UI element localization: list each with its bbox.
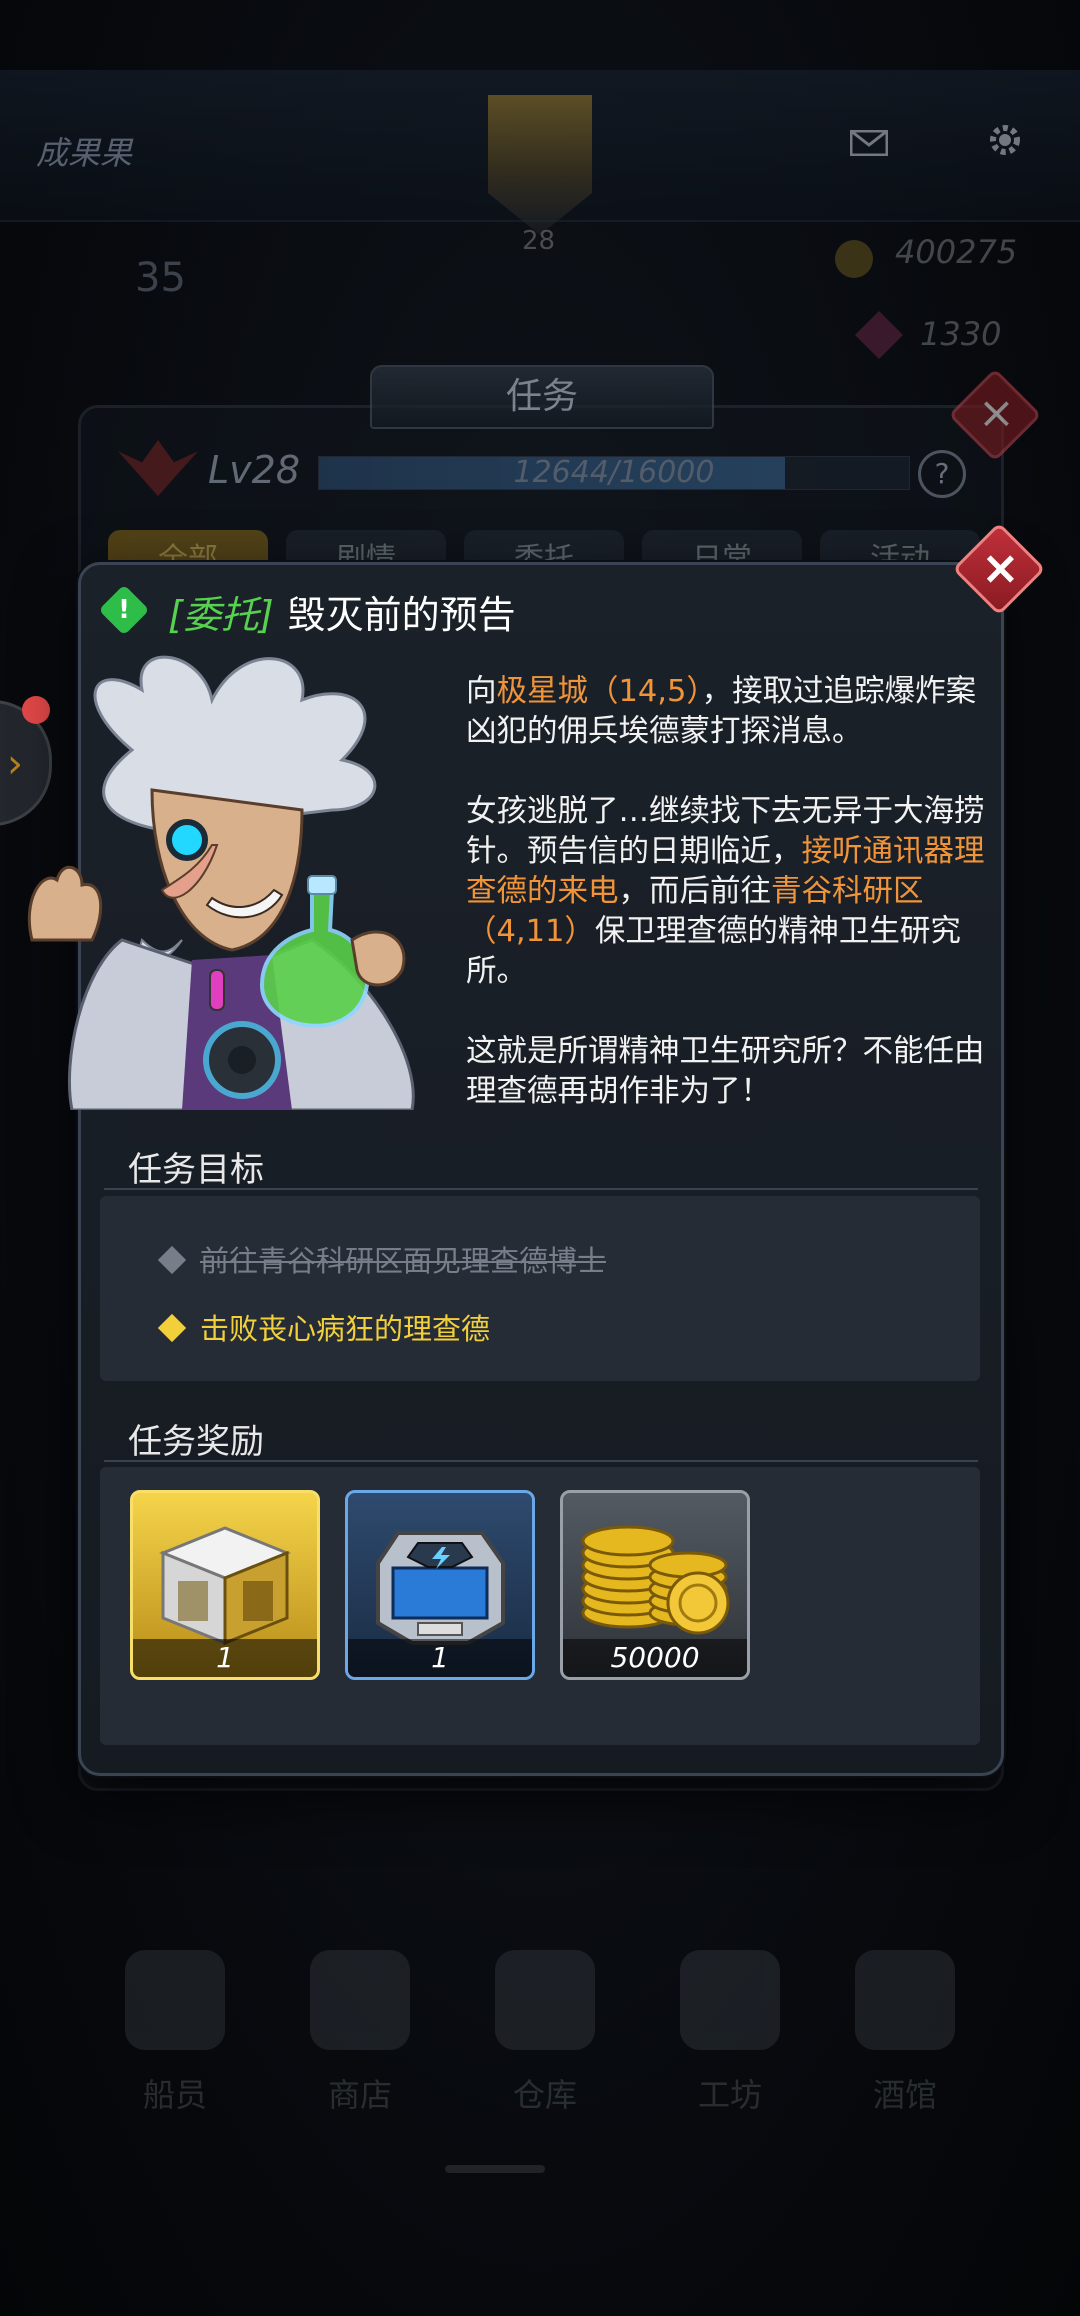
gear-icon[interactable] — [985, 120, 1025, 160]
diamond-bullet-icon — [157, 1245, 187, 1275]
diamond-bullet-icon — [157, 1313, 187, 1343]
desc-paragraph-2: 女孩逃脱了…继续找下去无异于大海捞针。预告信的日期临近，接听通讯器理查德的来电，… — [466, 794, 985, 989]
desc-paragraph-1: 向极星城（14,5），接取过追踪爆炸案凶犯的佣兵埃德蒙打探消息。 — [466, 674, 977, 749]
shop-icon — [310, 1950, 410, 2050]
reward-item[interactable]: 1 — [130, 1490, 320, 1680]
reward-count: 1 — [133, 1639, 317, 1677]
gold-icon — [835, 240, 873, 278]
workshop-icon — [680, 1950, 780, 2050]
divider — [104, 1188, 978, 1190]
reward-item[interactable]: 1 — [345, 1490, 535, 1680]
nav-crew[interactable]: 船员 — [105, 1950, 245, 2116]
crew-icon — [125, 1950, 225, 2050]
commission-alert-icon: ! — [98, 584, 150, 636]
tavern-icon — [855, 1950, 955, 2050]
location-link[interactable]: 极星城（14,5） — [497, 674, 702, 709]
quest-npc-portrait — [27, 655, 415, 1110]
nav-tavern[interactable]: 酒馆 — [835, 1950, 975, 2116]
warehouse-icon — [495, 1950, 595, 2050]
objective-item: 前往青谷科研区面见理查德博士 — [157, 1238, 606, 1280]
quest-title: 毁灭前的预告 — [287, 593, 516, 637]
bottom-nav: 船员 商店 仓库 工坊 酒馆 — [0, 1950, 1080, 2170]
rank-emblem-icon — [118, 440, 198, 496]
quest-type-tag: [委托] — [168, 593, 274, 637]
nav-shop[interactable]: 商店 — [290, 1950, 430, 2116]
reward-count: 1 — [348, 1639, 532, 1677]
objectives-panel — [100, 1196, 980, 1381]
xp-bar: 12644/16000 — [318, 456, 910, 490]
quest-description: 向极星城（14,5），接取过追踪爆炸案凶犯的佣兵埃德蒙打探消息。 女孩逃脱了…继… — [466, 672, 1002, 1152]
rewards-title: 任务奖励 — [128, 1422, 264, 1462]
quest-header: [委托] 毁灭前的预告 — [168, 584, 516, 639]
desc-paragraph-3: 这就是所谓精神卫生研究所？不能任由理查德再胡作非为了！ — [466, 1034, 985, 1109]
divider — [104, 1460, 978, 1462]
reward-count: 50000 — [563, 1639, 747, 1677]
reward-item[interactable]: 50000 — [560, 1490, 750, 1680]
nav-workshop[interactable]: 工坊 — [660, 1950, 800, 2116]
gem-amount: 1330 — [920, 315, 1002, 353]
avatar-level: 28 — [522, 226, 556, 256]
player-name: 成果果 — [36, 134, 133, 172]
gold-amount: 400275 — [895, 233, 1018, 271]
objectives-title: 任务目标 — [128, 1150, 264, 1190]
mail-icon[interactable] — [850, 130, 888, 156]
gem-icon — [854, 310, 904, 360]
nav-warehouse[interactable]: 仓库 — [475, 1950, 615, 2116]
level-label: Lv28 — [208, 448, 301, 492]
level-row: Lv28 12644/16000 ? — [118, 440, 978, 500]
quest-window-title: 任务 — [370, 365, 714, 429]
stat-value: 35 — [135, 255, 186, 301]
objective-item: 击败丧心病狂的理查德 — [157, 1306, 490, 1348]
xp-text: 12644/16000 — [513, 455, 715, 490]
home-indicator — [445, 2165, 545, 2173]
help-icon[interactable]: ? — [918, 450, 966, 498]
